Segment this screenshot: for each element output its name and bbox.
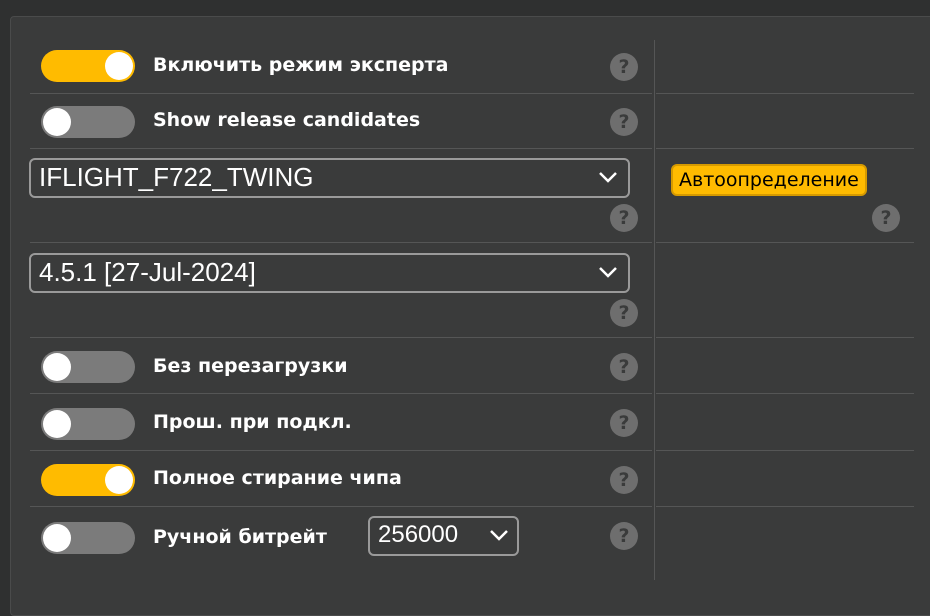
divider [656,393,914,394]
divider [656,242,914,243]
expert-mode-toggle[interactable] [41,50,135,82]
help-icon[interactable]: ? [610,353,638,381]
chevron-down-icon [599,267,617,278]
full-chip-erase-label: Полное стирание чипа [153,467,402,489]
help-icon[interactable]: ? [872,204,900,232]
baud-rate-select[interactable]: 256000 [368,516,519,556]
divider [656,93,914,94]
help-icon[interactable]: ? [610,299,638,327]
divider [30,93,652,94]
divider [30,506,652,507]
divider [656,450,914,451]
divider [30,337,652,338]
expert-mode-label: Включить режим эксперта [153,54,449,76]
help-icon[interactable]: ? [610,409,638,437]
flash-on-connect-label: Прош. при подкл. [153,411,352,433]
toggle-knob [43,353,71,381]
firmware-version-value: 4.5.1 [27-Jul-2024] [39,257,256,287]
divider [656,337,914,338]
help-icon[interactable]: ? [610,53,638,81]
toggle-knob [43,108,71,136]
help-icon[interactable]: ? [610,204,638,232]
help-icon[interactable]: ? [610,522,638,550]
divider [30,148,652,149]
board-select-value: IFLIGHT_F722_TWING [39,162,314,192]
toggle-knob [105,466,133,494]
no-reboot-toggle[interactable] [41,351,135,383]
flash-on-connect-toggle[interactable] [41,408,135,440]
toggle-knob [43,524,71,552]
divider [656,506,914,507]
release-candidates-label: Show release candidates [153,109,421,131]
column-divider [654,40,655,580]
toggle-knob [43,410,71,438]
no-reboot-label: Без перезагрузки [153,355,348,377]
help-icon[interactable]: ? [610,108,638,136]
toggle-knob [105,52,133,80]
manual-baud-label: Ручной битрейт [153,526,327,548]
help-icon[interactable]: ? [610,466,638,494]
divider [30,450,652,451]
release-candidates-toggle[interactable] [41,106,135,138]
baud-rate-value: 256000 [378,521,459,548]
autodetect-button[interactable]: Автоопределение [671,164,867,196]
chevron-down-icon [490,530,508,541]
firmware-version-select[interactable]: 4.5.1 [27-Jul-2024] [29,253,630,293]
full-chip-erase-toggle[interactable] [41,464,135,496]
manual-baud-toggle[interactable] [41,522,135,554]
divider [30,393,652,394]
divider [656,148,914,149]
board-select[interactable]: IFLIGHT_F722_TWING [29,158,630,198]
divider [30,242,652,243]
chevron-down-icon [599,172,617,183]
